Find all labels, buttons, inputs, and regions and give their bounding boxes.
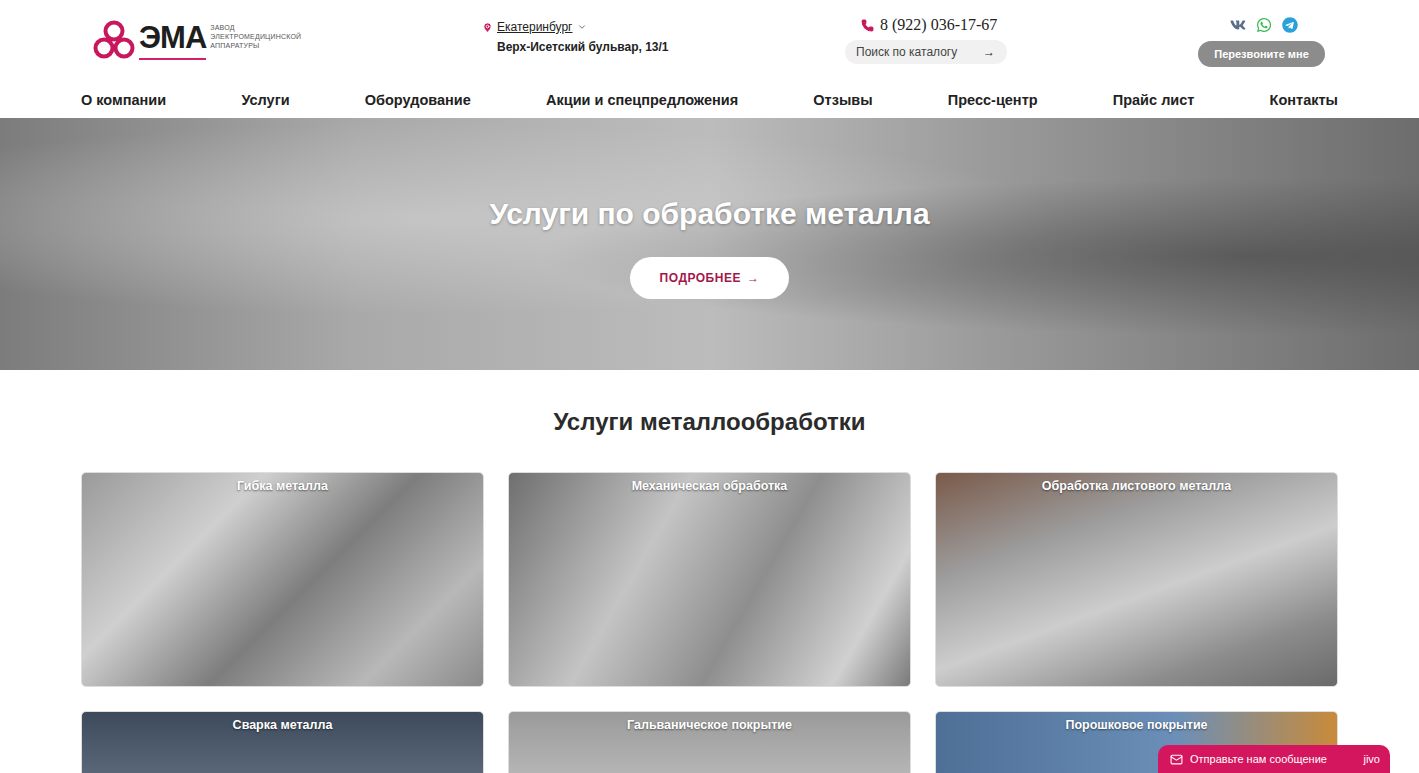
chat-brand: jivo (1363, 753, 1380, 765)
location: Екатеринбург Верх-Исетский бульвар, 13/1 (482, 16, 845, 85)
search-placeholder: Поиск по каталогу (856, 45, 957, 59)
chevron-down-icon (577, 22, 587, 32)
contact: 8 (922) 036-17-67 Поиск по каталогу → (845, 16, 1198, 85)
phone[interactable]: 8 (922) 036-17-67 (845, 16, 1198, 34)
logo-icon (93, 20, 135, 60)
hero-button[interactable]: ПОДРОБНЕЕ→ (630, 257, 790, 299)
whatsapp-icon[interactable] (1255, 16, 1272, 33)
city-selector[interactable]: Екатеринбург (482, 20, 845, 34)
header-actions: Перезвоните мне (1198, 16, 1338, 85)
telegram-icon[interactable] (1281, 16, 1298, 33)
nav-item[interactable]: Пресс-центр (948, 92, 1038, 108)
service-card[interactable]: Гибка металла (81, 472, 484, 687)
nav-item[interactable]: Контакты (1270, 92, 1338, 108)
header-container: ЭМАЗАВОДЭЛЕКТРОМЕДИЦИНСКОЙАППАРАТУРЫЕкат… (81, 0, 1338, 118)
section-title: Услуги металлообработки (81, 370, 1338, 472)
nav-item[interactable]: Оборудование (365, 92, 471, 108)
nav-item[interactable]: Отзывы (813, 92, 872, 108)
logo-subtitle-line: ЗАВОД (210, 23, 301, 32)
service-card-title: Обработка листового металла (1042, 479, 1231, 686)
service-card[interactable]: Сварка металла (81, 711, 484, 773)
address: Верх-Исетский бульвар, 13/1 (482, 40, 845, 54)
nav-item[interactable]: Акции и спецпредложения (546, 92, 738, 108)
phone-number[interactable]: 8 (922) 036-17-67 (880, 16, 997, 34)
arrow-icon: → (747, 271, 760, 285)
logo[interactable]: ЭМАЗАВОДЭЛЕКТРОМЕДИЦИНСКОЙАППАРАТУРЫ (81, 16, 482, 85)
nav-item[interactable]: Услуги (241, 92, 289, 108)
nav-item[interactable]: О компании (81, 92, 166, 108)
header: ЭМАЗАВОДЭЛЕКТРОМЕДИЦИНСКОЙАППАРАТУРЫЕкат… (81, 0, 1338, 85)
main-nav: О компании Услуги Оборудование Акции и спец… (81, 85, 1338, 118)
service-card-title: Механическая обработка (632, 479, 788, 686)
service-card-title: Сварка металла (233, 718, 333, 773)
chat-widget[interactable]: Отправьте нам сообщение jivo (1158, 745, 1390, 773)
map-pin-icon (482, 22, 493, 33)
logo-subtitle-line: ЭЛЕКТРОМЕДИЦИНСКОЙ (210, 32, 301, 41)
hero-banner: Услуги по обработке металла ПОДРОБНЕЕ→ (0, 118, 1419, 370)
socials (1198, 16, 1325, 33)
page: ЭМАЗАВОДЭЛЕКТРОМЕДИЦИНСКОЙАППАРАТУРЫЕкат… (0, 0, 1419, 773)
services-grid: Гибка металла Механическая обработка Обраб… (81, 472, 1338, 773)
logo-text: ЭМА (139, 20, 206, 60)
logo-subtitle: ЗАВОДЭЛЕКТРОМЕДИЦИНСКОЙАППАРАТУРЫ (210, 20, 301, 50)
logo-mark: ЭМА (139, 20, 206, 60)
logo-subtitle-line: АППАРАТУРЫ (210, 41, 301, 50)
search-button[interactable]: → (983, 45, 995, 59)
vk-icon[interactable] (1229, 16, 1246, 33)
nav-item[interactable]: Прайс лист (1113, 92, 1195, 108)
mail-icon (1170, 753, 1183, 766)
phone-icon (861, 19, 874, 32)
search-field[interactable]: Поиск по каталогу → (845, 40, 1007, 64)
service-card-title: Гибка металла (237, 479, 328, 686)
chat-label: Отправьте нам сообщение (1190, 753, 1327, 765)
service-card[interactable]: Механическая обработка (508, 472, 911, 687)
callback-button[interactable]: Перезвоните мне (1198, 41, 1325, 67)
service-card-title: Гальваническое покрытие (627, 718, 792, 773)
service-card[interactable]: Гальваническое покрытие (508, 711, 911, 773)
services-container: Услуги металлообработкиГибка металла Меха… (81, 370, 1338, 773)
city[interactable]: Екатеринбург (497, 20, 573, 34)
service-card[interactable]: Обработка листового металла (935, 472, 1338, 687)
hero-title: Услуги по обработке металла (489, 197, 929, 231)
